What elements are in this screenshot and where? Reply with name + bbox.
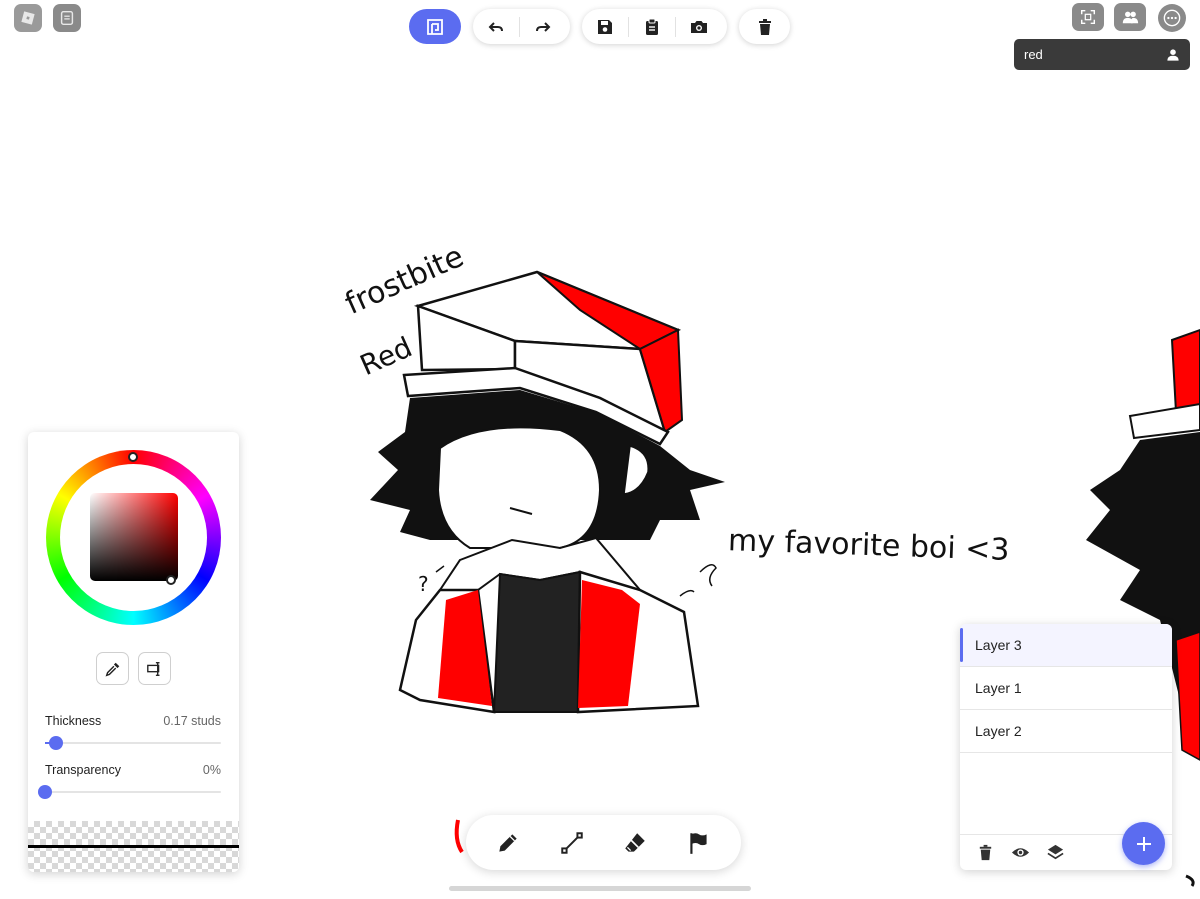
redo-icon [536, 21, 551, 32]
eraser-icon [625, 832, 646, 852]
edge-scribble [1185, 874, 1195, 887]
clipboard-button[interactable] [629, 9, 675, 44]
file-group [582, 9, 727, 44]
scribble-dash [435, 565, 445, 573]
app-logo-icon [21, 11, 35, 25]
home-indicator [449, 886, 751, 891]
brush-preview-stroke [28, 845, 239, 848]
canvas-mode-button[interactable] [409, 9, 461, 44]
save-button[interactable] [582, 9, 628, 44]
scribble-hook [679, 589, 695, 597]
tool-bar [466, 815, 741, 870]
thickness-slider[interactable] [45, 736, 221, 750]
more-icon [1163, 9, 1181, 27]
camera-icon [691, 20, 707, 33]
save-icon [598, 19, 612, 34]
undo-icon [488, 21, 503, 32]
canvas-mode[interactable] [409, 9, 461, 44]
user-name: red [1024, 47, 1043, 62]
eraser-tool-button[interactable] [611, 819, 659, 867]
layer-options-button[interactable] [1044, 842, 1066, 864]
trash-icon [758, 18, 771, 35]
eyedropper-button[interactable] [96, 652, 129, 685]
players-button[interactable] [1114, 3, 1146, 31]
saturation-knob[interactable] [166, 575, 176, 585]
add-layer-button[interactable] [1122, 822, 1165, 865]
canvas-mode-icon [427, 18, 443, 35]
clipboard-icon [646, 18, 658, 35]
transparency-label: Transparency [45, 763, 121, 777]
thickness-thumb[interactable] [48, 736, 63, 750]
second-jacket-red [1175, 631, 1200, 761]
screenshot-button[interactable] [676, 9, 722, 44]
more-button[interactable] [1158, 4, 1186, 32]
eyedropper-icon [105, 662, 119, 676]
thickness-label: Thickness [45, 714, 102, 728]
color-replace-button[interactable] [138, 652, 171, 685]
toggle-visibility-button[interactable] [1009, 842, 1031, 864]
layer-label: Layer 3 [975, 637, 1022, 653]
plus-icon [1136, 836, 1151, 851]
layer-label: Layer 2 [975, 723, 1022, 739]
clear-canvas-button[interactable] [739, 9, 790, 44]
transparency-value: 0% [202, 763, 221, 777]
shirt [492, 570, 582, 713]
line-tool-button[interactable] [548, 819, 596, 867]
second-hat-brim [1128, 402, 1200, 440]
brush-preview [28, 821, 239, 872]
trash-icon [979, 844, 991, 861]
flag-tool-button[interactable] [675, 819, 723, 867]
saturation-value-square[interactable] [90, 493, 178, 581]
pencil-tool-button[interactable] [484, 819, 532, 867]
red-mark [454, 819, 464, 854]
layer-item-3[interactable]: Layer 3 [960, 624, 1172, 667]
line-tool-icon [560, 831, 583, 854]
thickness-value: 0.17 studs [163, 714, 221, 728]
layer-item-1[interactable]: Layer 1 [960, 667, 1172, 710]
hue-knob[interactable] [128, 452, 138, 462]
history-group [473, 9, 570, 44]
scribble-arrow [699, 564, 717, 587]
face [436, 426, 602, 549]
notes-icon [60, 10, 74, 26]
delete-group [739, 9, 790, 44]
jacket-left-red [438, 590, 492, 706]
undo-button[interactable] [473, 9, 519, 44]
flag-icon [690, 832, 707, 854]
layers-icon [1046, 844, 1064, 860]
fullscreen-icon [1080, 9, 1096, 25]
color-replace-icon [146, 661, 159, 676]
second-hat-red [1170, 328, 1200, 414]
layer-item-2[interactable]: Layer 2 [960, 710, 1172, 753]
color-panel: Thickness 0.17 studs Transparency 0% [28, 432, 239, 872]
fullscreen-button[interactable] [1072, 3, 1104, 31]
eye-icon [1011, 848, 1029, 857]
handwritten-question: ? [418, 572, 429, 596]
transparency-slider[interactable] [38, 785, 221, 799]
pencil-icon [499, 833, 517, 852]
person-icon [1167, 48, 1179, 61]
layer-label: Layer 1 [975, 680, 1022, 696]
app-logo-button[interactable] [14, 4, 42, 32]
notes-button[interactable] [53, 4, 81, 32]
user-card[interactable]: red [1014, 39, 1190, 70]
players-icon [1122, 11, 1139, 24]
transparency-thumb[interactable] [38, 785, 52, 799]
delete-layer-button[interactable] [974, 842, 996, 864]
redo-button[interactable] [520, 9, 566, 44]
